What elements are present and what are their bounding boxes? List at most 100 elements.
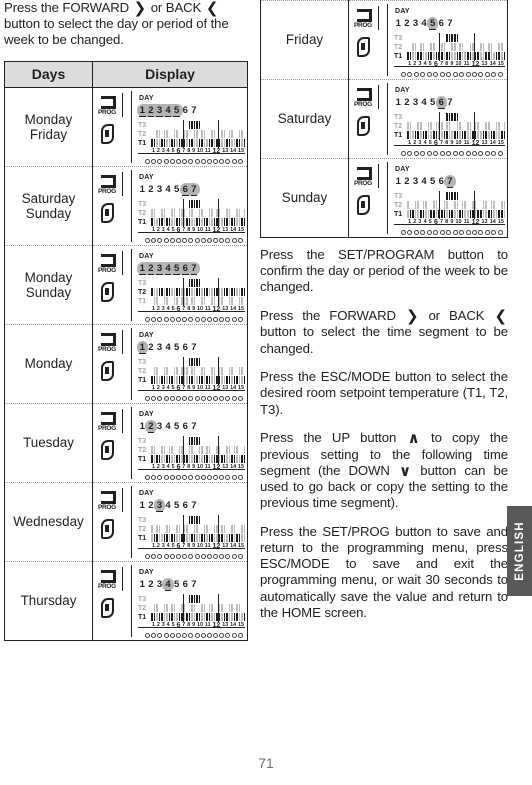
- lcd-hour-tick: 15: [238, 227, 245, 234]
- lcd-bar-segment: [451, 131, 453, 139]
- lcd-day-number: 2: [148, 184, 154, 196]
- lcd-bar-segment: [168, 446, 170, 455]
- lcd-day-number: 3: [156, 342, 163, 354]
- lcd-bar-segment: [485, 113, 487, 121]
- lcd-bar-segment: [173, 139, 175, 148]
- lcd-dot: [491, 151, 497, 156]
- lcd-bar-segment: [213, 139, 215, 148]
- lcd-day-number: 6: [437, 97, 445, 110]
- lcd-bar-segment: [414, 43, 417, 51]
- lcd-hour-scale: 1 2 3 4 5 6 7 8 9 10 11 12 13 14 15: [151, 306, 245, 313]
- lcd-bar-segment: [216, 218, 218, 227]
- lcd-bar-segment: [464, 201, 467, 209]
- lcd-bar-segment: [193, 358, 195, 367]
- lcd-bar-segment: [446, 192, 448, 200]
- lcd-bar-segment: [198, 279, 200, 288]
- lcd-bar-segment: [224, 437, 226, 445]
- lcd-bar-segment: [191, 130, 193, 138]
- lcd-bar-segment: [188, 613, 190, 622]
- lcd-day-number: 5: [174, 421, 180, 433]
- lcd-bar-segment: [176, 446, 178, 454]
- lcd-bar-segment: [412, 192, 414, 200]
- lcd-bar-segment: [417, 43, 419, 51]
- lcd-day-number: 4: [164, 105, 172, 118]
- lcd-display: PROG DAY 1 2 3 4 5 6 7 T3 T2 T1 1 2 3 4 5 6 7 8 9 10 11 12 13 14 1…: [353, 4, 506, 77]
- lcd-bar-segment: [228, 367, 230, 376]
- lcd-bar-segment: [449, 43, 451, 51]
- lcd-bar-segment: [174, 121, 176, 129]
- lcd-bar-segment: [216, 604, 218, 612]
- lcd-bar-segment: [159, 604, 161, 612]
- lcd-bar-segment: [233, 218, 235, 227]
- lcd-bar-segment: [412, 201, 414, 209]
- lcd-bar-segment: [241, 279, 243, 287]
- lcd-bar-segment: [241, 297, 243, 306]
- lcd-bar-segment: [166, 376, 168, 385]
- lcd-bar-segment: [451, 210, 453, 218]
- lcd-bar-segment: [178, 613, 180, 622]
- lcd-bar-segment: [239, 121, 241, 129]
- lcd-bar-segment: [188, 200, 190, 209]
- lcd-bar-segment: [477, 113, 479, 121]
- lcd-bar-segment: [410, 201, 412, 209]
- days-cell: Thursday: [4, 561, 93, 642]
- lcd-bar-segment: [176, 297, 178, 306]
- intro-paragraph: Press the FORWARD ❯ or BACK ❮ button to …: [4, 0, 248, 49]
- lcd-hour-marker: [439, 33, 441, 61]
- lcd-dot: [182, 475, 188, 481]
- lcd-dot: [182, 633, 188, 639]
- forward-arrow-icon: ❯: [133, 0, 147, 17]
- clock-icon: [357, 37, 370, 57]
- table-row: Saturday Sunday PROG DAY 1 2 3 4 5 6 7 T3 T2 T1 1 2 3 4 5 6…: [4, 166, 248, 247]
- lcd-bar-segment: [231, 358, 233, 366]
- lcd-bar-segment: [159, 121, 161, 129]
- lcd-bar-segment: [198, 218, 200, 227]
- lcd-bar-segment: [430, 131, 433, 139]
- lcd-bar-segment: [490, 52, 493, 60]
- lcd-bar-segment: [503, 122, 506, 130]
- lcd-dot: [219, 238, 225, 244]
- lcd-dot: [194, 238, 200, 244]
- lcd-dot: [401, 230, 406, 235]
- lcd-bar-segment: [181, 534, 183, 543]
- lcd-bar-segment: [153, 297, 155, 306]
- lcd-bar-segment: [241, 367, 243, 376]
- lcd-bar-segment: [203, 525, 205, 534]
- lcd-bar-segment: [427, 131, 430, 139]
- lcd-bar-segment: [174, 595, 176, 603]
- lcd-day-number: 6: [182, 105, 188, 117]
- lcd-bar-segment: [209, 367, 211, 375]
- lcd-dot: [491, 72, 497, 77]
- lcd-dot: [478, 151, 484, 156]
- lcd-bar-segment: [209, 279, 211, 287]
- lcd-bar-segment: [440, 52, 443, 60]
- lcd-day-number: 7: [190, 184, 197, 197]
- lcd-bar-segment: [430, 43, 433, 51]
- lcd-bar-segment: [186, 358, 188, 366]
- lcd-dot: [231, 317, 237, 323]
- lcd-bar-segment: [211, 288, 213, 297]
- lcd-bar-segment: [203, 367, 205, 376]
- lcd-bar-segment: [173, 209, 175, 218]
- lcd-hour-tick: 14: [489, 140, 496, 146]
- prog-label: PROG: [354, 101, 372, 108]
- lcd-bar-segment: [425, 113, 427, 121]
- lcd-bar-segment: [224, 279, 226, 287]
- lcd-day-number: 6: [181, 184, 189, 197]
- lcd-day-number: 2: [404, 18, 410, 29]
- table-row: Monday PROG DAY 1 2 3 4 5 6 7 T3 T2 T1 1 2 3 4 5 6 7 8 9 10 11 1…: [4, 324, 248, 405]
- lcd-dot: [465, 230, 471, 235]
- lcd-bar-segment: [504, 34, 506, 42]
- days-cell: Saturday: [260, 79, 349, 159]
- lcd-dot: [237, 238, 243, 244]
- lcd-temperature-bars: T3 T2 T1 1 2 3 4 5 6 7 8 9 10 11 12 13 14 15: [394, 112, 506, 147]
- lcd-bar-segment: [456, 192, 459, 200]
- lcd-bar-segment: [236, 525, 238, 533]
- lcd-icon-strip: PROG: [353, 162, 387, 234]
- lcd-bar-segment: [188, 595, 190, 604]
- lcd-bar-segment: [412, 131, 414, 139]
- lcd-bar-segment: [206, 218, 208, 227]
- lcd-day-number: 1: [395, 18, 401, 29]
- lcd-bar-segment: [161, 209, 163, 218]
- lcd-day-number: 7: [191, 105, 197, 117]
